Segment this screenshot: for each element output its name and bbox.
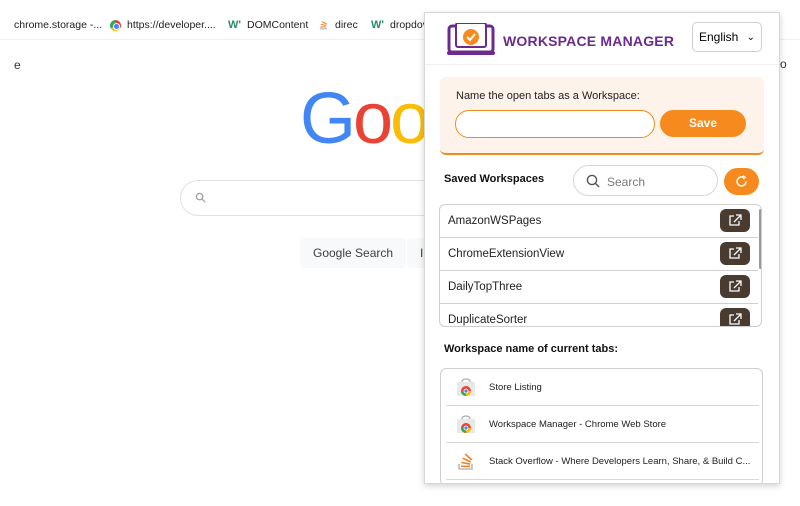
- tab-row[interactable]: Store Listing: [446, 369, 759, 406]
- tab-label: Store Listing: [489, 382, 542, 393]
- saved-workspaces-list: AmazonWSPages ChromeExtensionView DailyT…: [439, 204, 762, 327]
- external-link-icon: [729, 313, 742, 325]
- page-text-fragment: e: [14, 58, 21, 72]
- page-text-fragment: o: [780, 57, 787, 71]
- search-input[interactable]: Search: [573, 165, 718, 196]
- workspace-row[interactable]: DailyTopThree: [440, 271, 758, 304]
- language-value: English: [699, 30, 739, 44]
- saved-workspaces-title: Saved Workspaces: [444, 173, 545, 185]
- tab-row[interactable]: Workspace Manager - Chrome Web Store: [446, 406, 759, 443]
- google-logo: Goo: [300, 78, 430, 160]
- bookmark-item[interactable]: direc: [318, 19, 358, 31]
- bookmark-label: direc: [335, 19, 358, 31]
- workspace-row[interactable]: AmazonWSPages: [440, 205, 758, 238]
- workspace-name: AmazonWSPages: [448, 215, 542, 227]
- popup-header: WORKSPACE MANAGER English ⌄: [425, 13, 779, 65]
- workspace-name-label: Name the open tabs as a Workspace:: [456, 90, 640, 102]
- workspace-name: ChromeExtensionView: [448, 248, 565, 260]
- logo-letter: o: [390, 79, 430, 159]
- bookmark-label: dropdov: [390, 19, 428, 31]
- chevron-down-icon: ⌄: [746, 31, 755, 43]
- language-select[interactable]: English ⌄: [692, 22, 762, 52]
- bookmark-label: chrome.storage -...: [14, 19, 103, 31]
- current-tabs-title: Workspace name of current tabs:: [444, 343, 619, 355]
- logo-letter: o: [353, 79, 393, 159]
- browser-window: chrome.storage -... https://developer...…: [0, 0, 800, 506]
- chrome-web-store-icon: [457, 415, 475, 433]
- bookmark-label: https://developer....: [127, 19, 216, 31]
- open-workspace-button[interactable]: [720, 209, 750, 232]
- feeling-lucky-button[interactable]: I': [407, 238, 426, 268]
- refresh-icon: [736, 175, 747, 187]
- bookmark-item[interactable]: chrome.storage -...: [14, 19, 102, 31]
- bookmark-item[interactable]: W' DOMContent: [228, 19, 308, 31]
- search-icon: [586, 174, 600, 188]
- workspace-row[interactable]: DuplicateSorter: [440, 304, 758, 326]
- bookmark-item[interactable]: W' dropdov: [371, 19, 428, 31]
- chrome-icon: [110, 19, 121, 31]
- bookmark-label: DOMContent: [247, 19, 309, 31]
- stackoverflow-icon: [458, 453, 473, 470]
- open-workspace-button[interactable]: [720, 242, 750, 265]
- workspace-row[interactable]: ChromeExtensionView: [440, 238, 758, 271]
- open-workspace-button[interactable]: [720, 308, 750, 326]
- search-placeholder: Search: [607, 175, 646, 189]
- external-link-icon: [729, 247, 742, 259]
- app-title: WORKSPACE MANAGER: [503, 33, 675, 49]
- search-icon: [195, 192, 206, 203]
- current-tabs-list: Store Listing Workspace Manager - Chrome…: [440, 368, 763, 483]
- list-scrollbar[interactable]: [759, 209, 761, 269]
- refresh-button[interactable]: [724, 168, 759, 195]
- bookmark-item[interactable]: https://developer....: [110, 19, 216, 31]
- tab-label: Stack Overflow - Where Developers Learn,…: [489, 456, 751, 467]
- logo-letter: G: [300, 79, 356, 159]
- workspace-name: DuplicateSorter: [448, 314, 528, 326]
- save-button[interactable]: Save: [660, 110, 746, 137]
- google-search-button[interactable]: Google Search: [300, 238, 407, 268]
- stackoverflow-icon: [319, 20, 328, 29]
- external-link-icon: [729, 214, 742, 226]
- chrome-web-store-icon: [457, 378, 475, 396]
- w-icon: W': [371, 19, 384, 31]
- w-icon: W': [228, 19, 241, 31]
- workspace-name: DailyTopThree: [448, 281, 523, 293]
- workspace-name-input[interactable]: [455, 110, 655, 138]
- tab-label: Workspace Manager - Chrome Web Store: [489, 419, 667, 430]
- extension-popup: WORKSPACE MANAGER English ⌄ Name the ope…: [424, 12, 780, 484]
- external-link-icon: [729, 280, 742, 292]
- name-workspace-panel: Name the open tabs as a Workspace: Save: [440, 77, 764, 155]
- tab-row[interactable]: Stack Overflow - Where Developers Learn,…: [446, 443, 759, 480]
- workspace-logo-icon: [447, 23, 495, 55]
- open-workspace-button[interactable]: [720, 275, 750, 298]
